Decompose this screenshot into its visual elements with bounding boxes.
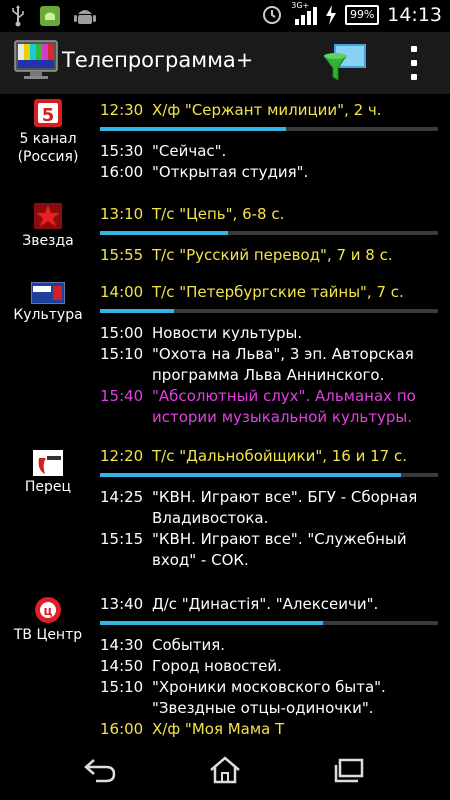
channel-block[interactable]: Звезда 13:10 Т/с "Цепь", 6-8 с. 15:55 Т/с … <box>0 198 450 278</box>
program-item[interactable]: 12:30 Х/ф "Сержант милиции", 2 ч. <box>100 100 444 121</box>
perets-logo <box>33 450 63 476</box>
channel-header[interactable]: Культура <box>0 278 96 324</box>
progress-bar <box>100 621 438 625</box>
clock: 14:13 <box>387 4 442 26</box>
channel-header[interactable]: Перец <box>0 446 96 496</box>
channel-block[interactable]: Перец 12:20 Т/с "Дальнобойщики", 16 и 17 … <box>0 446 450 592</box>
android-debug-icon <box>74 10 96 24</box>
program-item[interactable]: 13:40 Д/с "Династiя". "Алексеичи". <box>100 594 444 615</box>
program-item[interactable]: 15:10 "Охота на Льва", 3 эп. Авторская пр… <box>100 344 444 386</box>
vibrate-icon <box>263 6 282 24</box>
action-bar: Телепрограмма+ <box>0 32 450 94</box>
program-item[interactable]: 14:00 Т/с "Петербургские тайны", 7 с. <box>100 282 444 303</box>
progress-bar <box>100 473 438 477</box>
progress-fill <box>100 473 401 477</box>
channel-name: Перец <box>24 479 72 495</box>
progress-bar <box>100 309 438 313</box>
app-title: Телепрограмма+ <box>62 48 254 72</box>
channel-block[interactable]: Культура 14:00 Т/с "Петербургские тайны",… <box>0 278 450 446</box>
channel-header[interactable]: Звезда <box>0 198 96 250</box>
tv-app-icon[interactable] <box>14 40 58 80</box>
channel-header[interactable]: 5 5 канал (Россия) <box>0 94 96 166</box>
progress-fill <box>100 621 324 625</box>
channel-name: Культура <box>13 307 83 323</box>
charging-icon <box>326 5 337 25</box>
program-item[interactable]: 15:00 Новости культуры. <box>100 323 444 344</box>
channel-block[interactable]: 5 5 канал (Россия) 12:30 Х/ф "Сержант мили… <box>0 94 450 198</box>
progress-bar <box>100 231 438 235</box>
overflow-menu-icon[interactable] <box>404 46 424 80</box>
usb-icon <box>12 5 24 27</box>
channel-name: Звезда <box>22 233 74 249</box>
channel-name: 5 канал (Россия) <box>17 131 79 165</box>
program-item[interactable]: 15:55 Т/с "Русский перевод", 7 и 8 с. <box>100 245 444 266</box>
program-item[interactable]: 15:10 "Хроники московского быта". "Звездн… <box>100 677 444 719</box>
rossiya-k-logo <box>31 282 65 304</box>
channel-header[interactable]: ц ТВ Центр <box>0 592 96 644</box>
schedule-list[interactable]: 5 5 канал (Россия) 12:30 Х/ф "Сержант мили… <box>0 94 450 740</box>
tv-center-logo: ц <box>35 597 61 623</box>
status-bar: 3G+ 99% 14:13 <box>0 0 450 32</box>
program-item[interactable]: 15:40 "Абсолютный слух". Альманах по исто… <box>100 386 444 428</box>
recent-apps-icon[interactable] <box>332 756 368 784</box>
svg-text:5: 5 <box>42 105 55 126</box>
android-robot-icon <box>40 6 60 26</box>
filter-funnel-icon[interactable] <box>322 40 368 84</box>
program-item[interactable]: 16:00 Х/ф "Моя Мама Т <box>100 719 444 740</box>
battery-indicator: 99% <box>345 5 380 25</box>
program-item[interactable]: 14:30 События. <box>100 635 444 656</box>
signal-icon: 3G+ <box>291 1 318 26</box>
zvezda-star-logo <box>34 203 62 229</box>
program-item[interactable]: 14:50 Город новостей. <box>100 656 444 677</box>
program-item[interactable]: 16:00 "Открытая студия". <box>100 162 444 183</box>
program-item[interactable]: 13:10 Т/с "Цепь", 6-8 с. <box>100 204 444 225</box>
channel-block[interactable]: ц ТВ Центр 13:40 Д/с "Династiя". "Алексеи… <box>0 592 450 740</box>
program-item[interactable]: 12:20 Т/с "Дальнобойщики", 16 и 17 с. <box>100 446 444 467</box>
navigation-bar <box>0 740 450 800</box>
channel-name: ТВ Центр <box>13 627 83 643</box>
back-icon[interactable] <box>82 756 118 784</box>
progress-bar <box>100 127 438 131</box>
progress-fill <box>100 309 175 313</box>
progress-fill <box>100 127 286 131</box>
channel-5-logo: 5 <box>34 99 62 127</box>
program-item[interactable]: 15:30 "Сейчас". <box>100 141 444 162</box>
program-item[interactable]: 14:25 "КВН. Играют все". БГУ - Сборная Вл… <box>100 487 444 529</box>
svg-text:ц: ц <box>44 604 53 618</box>
progress-fill <box>100 231 229 235</box>
program-item[interactable]: 15:15 "КВН. Играют все". "Служебный вход"… <box>100 529 444 571</box>
home-icon[interactable] <box>207 756 243 784</box>
